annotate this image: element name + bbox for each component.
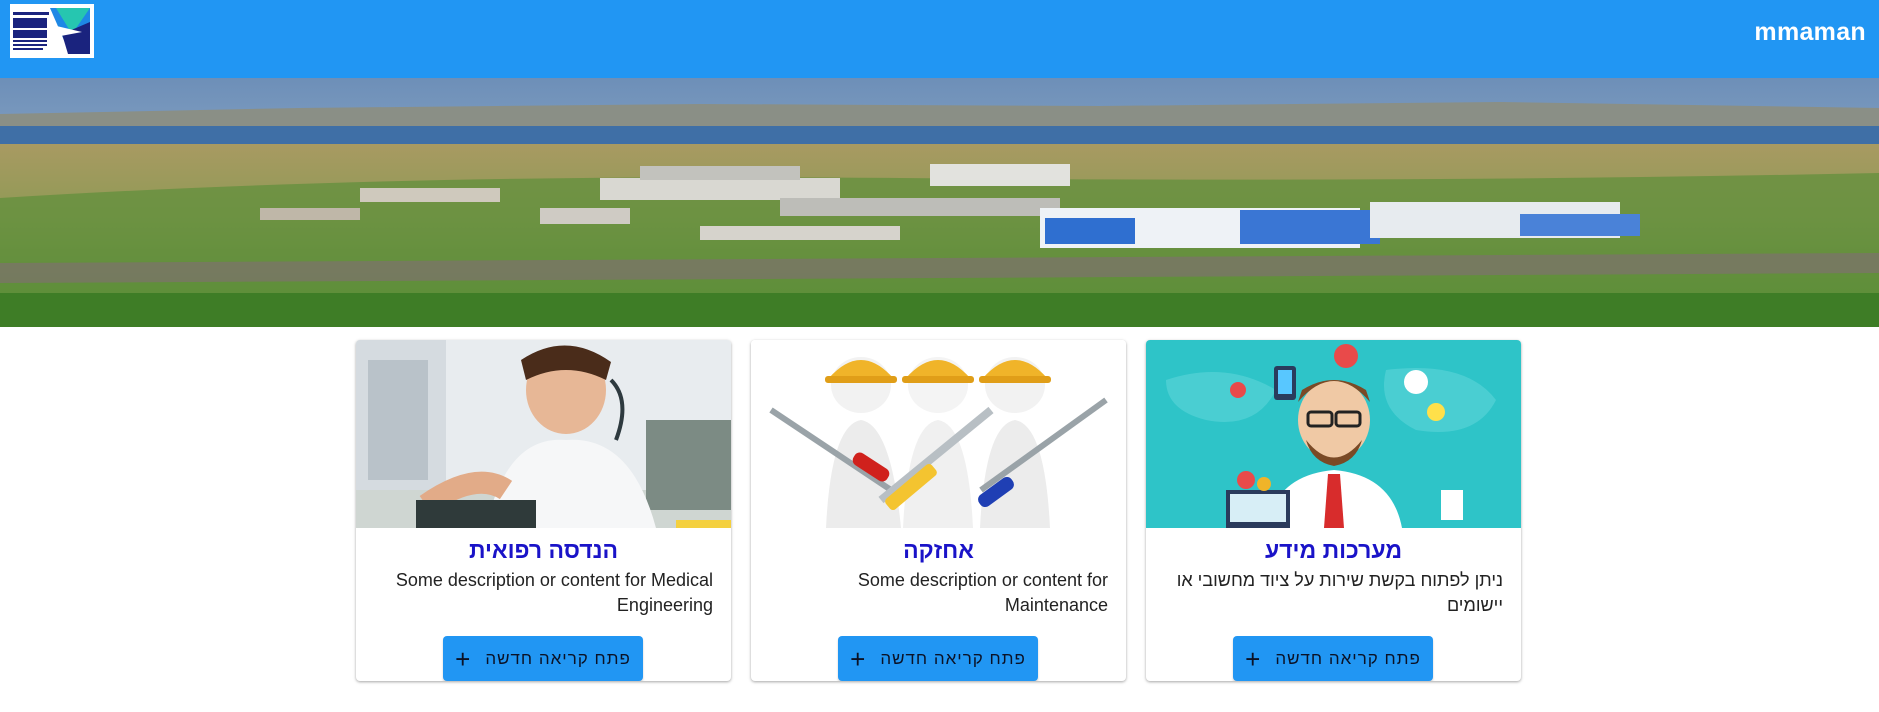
it-support-image <box>1146 340 1521 528</box>
medical-engineer-image <box>356 340 731 528</box>
button-label: פתח קריאה חדשה <box>1275 648 1421 668</box>
plus-icon: + <box>850 643 867 674</box>
card-maintenance: אחזקה Some description or content for Ma… <box>751 340 1126 681</box>
plus-icon: + <box>455 643 472 674</box>
open-new-ticket-button-maintenance[interactable]: פתח קריאה חדשה + <box>838 636 1038 681</box>
card-medical-engineering: הנדסה רפואית Some description or content… <box>356 340 731 681</box>
hero-banner-image <box>0 78 1879 327</box>
plus-icon: + <box>1245 643 1262 674</box>
hospital-logo[interactable] <box>10 4 94 58</box>
app-header: mmaman <box>0 0 1879 78</box>
card-description: Some description or content for Maintena… <box>857 570 1108 615</box>
card-information-systems: מערכות מידע ניתן לפתוח בקשת שירות על ציו… <box>1146 340 1521 681</box>
card-description: ניתן לפתוח בקשת שירות על ציוד מחשובי או … <box>1176 570 1503 615</box>
card-title: הנדסה רפואית <box>468 537 619 563</box>
card-title: מערכות מידע <box>1264 537 1403 563</box>
card-description: Some description or content for Medical … <box>395 570 713 615</box>
open-new-ticket-button-information-systems[interactable]: פתח קריאה חדשה + <box>1233 636 1433 681</box>
button-label: פתח קריאה חדשה <box>485 648 631 668</box>
card-title: אחזקה <box>903 537 974 563</box>
username-label[interactable]: mmaman <box>1754 18 1866 47</box>
maintenance-workers-image <box>751 340 1126 528</box>
open-new-ticket-button-medical-engineering[interactable]: פתח קריאה חדשה + <box>443 636 643 681</box>
button-label: פתח קריאה חדשה <box>880 648 1026 668</box>
